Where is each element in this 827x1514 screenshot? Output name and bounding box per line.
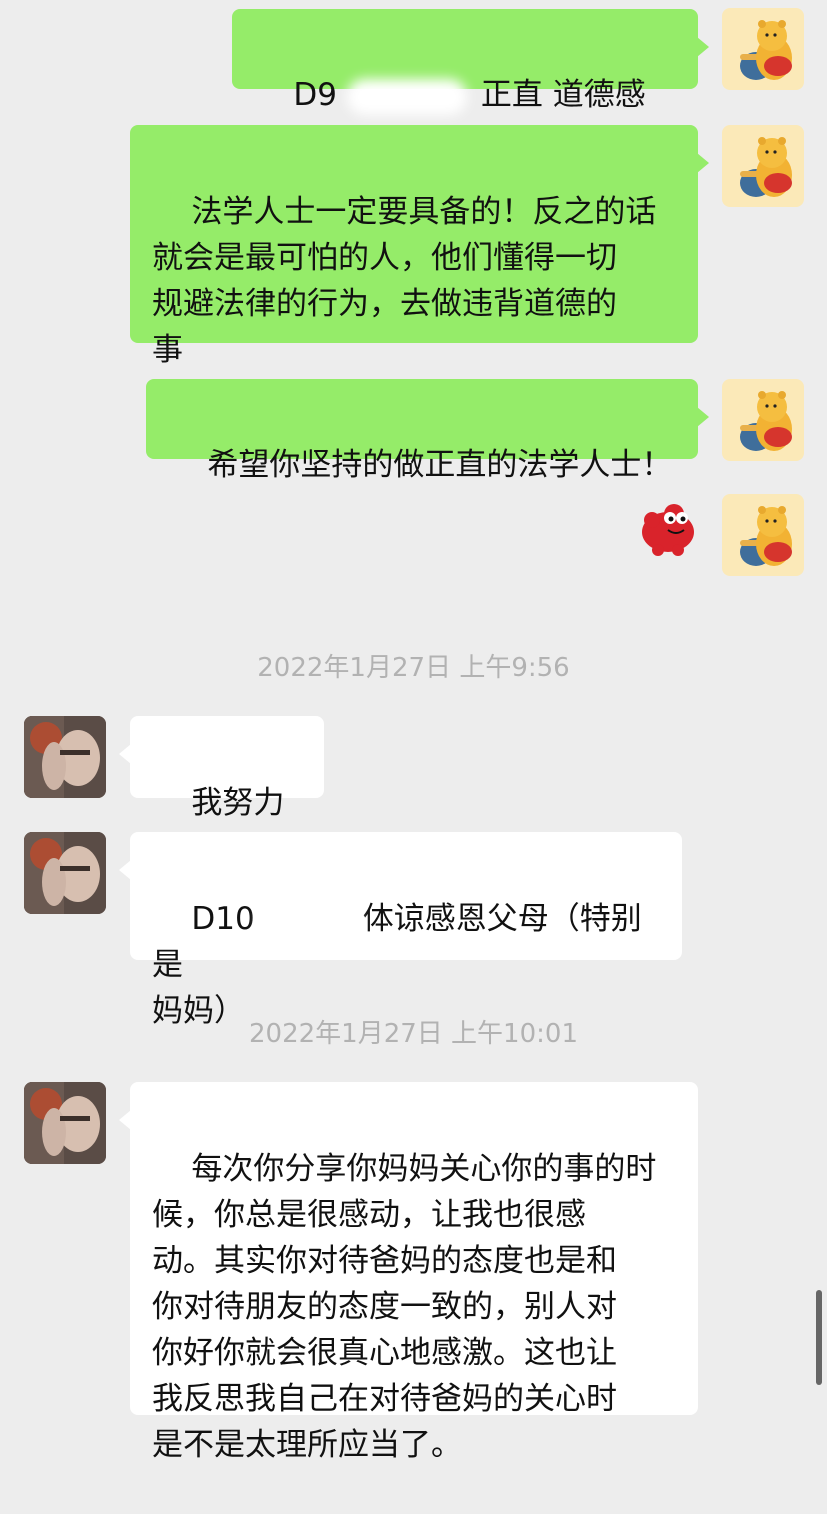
message-text: D9 [293,77,347,113]
message-text: 我努力 [191,785,285,821]
message-text: D10 [191,901,255,937]
contact-avatar[interactable] [24,1082,106,1164]
scrollbar[interactable] [816,1290,822,1385]
pooh-avatar-icon [740,391,792,451]
message-text: 法学人士一定要具备的！反之的话 就会是最可怕的人，他们懂得一切 规避法律的行为，… [152,194,657,368]
red-blob-sticker-icon [642,504,694,556]
timestamp: 2022年1月27日 上午9:56 [257,653,570,683]
message-text: 每次你分享你妈妈关心你的事的时 候，你总是很感动，让我也很感 动。其实你对待爸妈… [152,1151,657,1463]
pooh-avatar-icon [740,137,792,197]
redacted-text [258,903,359,938]
contact-avatar[interactable] [24,832,106,914]
message-bubble[interactable]: D9 正直 道德感强 [232,9,709,159]
redacted-text [346,78,467,115]
message-text: 希望你坚持的做正直的法学人士！ [207,447,673,483]
my-avatar[interactable] [722,125,804,207]
person-photo-avatar-icon [24,1082,106,1164]
person-photo-avatar-icon [24,832,106,914]
my-avatar[interactable] [722,379,804,461]
timestamp: 2022年1月27日 上午10:01 [249,1019,578,1049]
pooh-avatar-icon [740,20,792,80]
contact-avatar[interactable] [24,716,106,798]
chat-history[interactable]: D9 正直 道德感强 法学人士一定要具备的！反之的话 就会是最可怕的人，他们懂得… [0,0,827,1463]
my-avatar[interactable] [722,494,804,576]
message-bubble[interactable]: 我努力✊ [119,716,324,867]
person-photo-avatar-icon [24,716,106,798]
message-bubble[interactable]: 法学人士一定要具备的！反之的话 就会是最可怕的人，他们懂得一切 规避法律的行为，… [130,125,709,368]
my-avatar[interactable] [722,8,804,90]
message-bubble[interactable]: 每次你分享你妈妈关心你的事的时 候，你总是很感动，让我也很感 动。其实你对待爸妈… [119,1082,698,1463]
sticker-message[interactable] [638,500,702,558]
message-bubble[interactable]: D10 体谅感恩父母（特别是 妈妈） [119,832,682,1029]
message-bubble[interactable]: 希望你坚持的做正直的法学人士！ [146,379,709,483]
pooh-avatar-icon [740,506,792,566]
